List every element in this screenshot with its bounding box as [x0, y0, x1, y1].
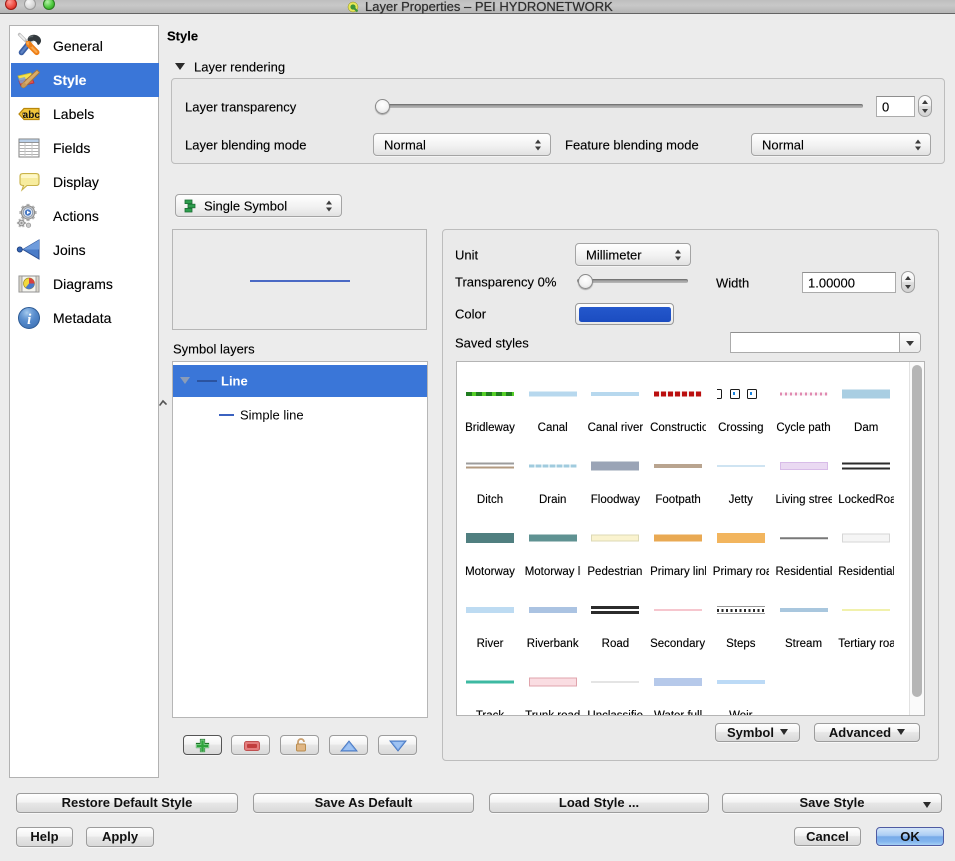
svg-text:abc: abc	[23, 110, 41, 121]
